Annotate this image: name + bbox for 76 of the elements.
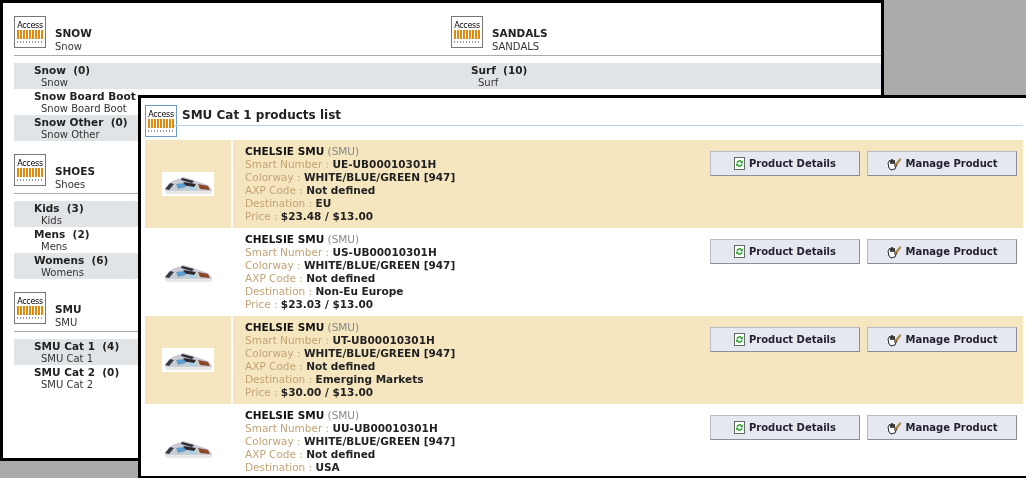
refresh-icon xyxy=(734,333,745,346)
product-details-button[interactable]: Product Details xyxy=(710,151,860,176)
barcode-icon xyxy=(147,119,175,132)
section-subtitle: SMU xyxy=(55,316,79,329)
product-details-button[interactable]: Product Details xyxy=(710,327,860,352)
category-subtitle: Surf xyxy=(477,77,499,89)
category-subtitle: Kids xyxy=(40,215,62,227)
product-field: Destination : EU xyxy=(245,197,456,210)
product-field: Smart Number : UT-UB00010301H xyxy=(245,334,456,347)
section-title: SANDALS xyxy=(492,27,548,40)
category-subtitle: Snow Other xyxy=(40,129,100,141)
category-link[interactable]: Kids (3) xyxy=(34,201,84,215)
category-subtitle: SMU Cat 1 xyxy=(40,353,94,365)
category-link[interactable]: Snow Other (0) xyxy=(34,115,128,129)
product-field: Smart Number : US-UB00010301H xyxy=(245,246,456,259)
product-field: AXP Code : Not defined xyxy=(245,184,456,197)
product-field: AXP Code : Not defined xyxy=(245,272,456,285)
category-link[interactable]: Womens (6) xyxy=(34,253,109,267)
product-field: Colorway : WHITE/BLUE/GREEN [947] xyxy=(245,259,456,272)
section-title: SNOW xyxy=(55,27,92,40)
hand-pencil-icon xyxy=(886,420,902,435)
barcode-icon xyxy=(16,168,44,181)
refresh-icon xyxy=(734,157,745,170)
product-name: CHELSIE SMU (SMU) xyxy=(245,409,361,422)
section-title: SHOES xyxy=(55,165,95,178)
product-field: Destination : Non-Eu Europe xyxy=(245,285,456,298)
category-link[interactable]: Snow Board Boot xyxy=(34,89,136,103)
category-subtitle: SMU Cat 2 xyxy=(40,379,94,391)
product-field: Smart Number : UE-UB00010301H xyxy=(245,158,456,171)
section-subtitle: Snow xyxy=(55,40,83,53)
product-details-button[interactable]: Product Details xyxy=(710,415,860,440)
category-subtitle: Womens xyxy=(40,267,84,279)
refresh-icon xyxy=(734,421,745,434)
category-link[interactable]: Surf (10) xyxy=(471,63,528,77)
product-field: AXP Code : Not defined xyxy=(245,448,456,461)
refresh-icon xyxy=(734,245,745,258)
product-field: Price : $30.00 / $13.00 xyxy=(245,386,456,399)
manage-product-button[interactable]: Manage Product xyxy=(867,415,1017,440)
category-subtitle: Mens xyxy=(40,241,68,253)
category-subtitle: Snow Board Boot xyxy=(40,103,127,115)
product-field: Price : $23.48 / $13.00 xyxy=(245,210,456,223)
category-link[interactable]: Snow (0) xyxy=(34,63,91,77)
product-field: Smart Number : UU-UB00010301H xyxy=(245,422,456,435)
product-field: Destination : Emerging Markets xyxy=(245,373,456,386)
category-link[interactable]: Mens (2) xyxy=(34,227,90,241)
hand-pencil-icon xyxy=(886,332,902,347)
product-details-button[interactable]: Product Details xyxy=(710,239,860,264)
product-field: Price : $23.03 / $13.00 xyxy=(245,298,456,311)
hand-pencil-icon xyxy=(886,156,902,171)
barcode-icon xyxy=(16,30,44,43)
product-field: Destination : USA xyxy=(245,461,456,474)
section-subtitle: SANDALS xyxy=(492,40,541,53)
manage-product-button[interactable]: Manage Product xyxy=(867,327,1017,352)
product-name: CHELSIE SMU (SMU) xyxy=(245,321,361,334)
logo-text: Access xyxy=(454,21,480,30)
product-field: Colorway : WHITE/BLUE/GREEN [947] xyxy=(245,347,456,360)
logo-text: Access xyxy=(17,159,43,168)
product-name: CHELSIE SMU (SMU) xyxy=(245,145,361,158)
product-name: CHELSIE SMU (SMU) xyxy=(245,233,361,246)
manage-product-button[interactable]: Manage Product xyxy=(867,239,1017,264)
logo-text: Access xyxy=(148,110,174,119)
category-link[interactable]: SMU Cat 1 (4) xyxy=(34,339,120,353)
product-field: Colorway : WHITE/BLUE/GREEN [947] xyxy=(245,435,456,448)
barcode-icon xyxy=(453,30,481,43)
hand-pencil-icon xyxy=(886,244,902,259)
product-field: AXP Code : Not defined xyxy=(245,360,456,373)
category-subtitle: Snow xyxy=(40,77,68,89)
section-subtitle: Shoes xyxy=(55,178,87,191)
list-title: SMU Cat 1 products list xyxy=(174,105,1023,126)
manage-product-button[interactable]: Manage Product xyxy=(867,151,1017,176)
barcode-icon xyxy=(16,306,44,319)
product-field: Colorway : WHITE/BLUE/GREEN [947] xyxy=(245,171,456,184)
logo-text: Access xyxy=(17,297,43,306)
section-title: SMU xyxy=(55,303,82,316)
category-link[interactable]: SMU Cat 2 (0) xyxy=(34,365,120,379)
logo-text: Access xyxy=(17,21,43,30)
